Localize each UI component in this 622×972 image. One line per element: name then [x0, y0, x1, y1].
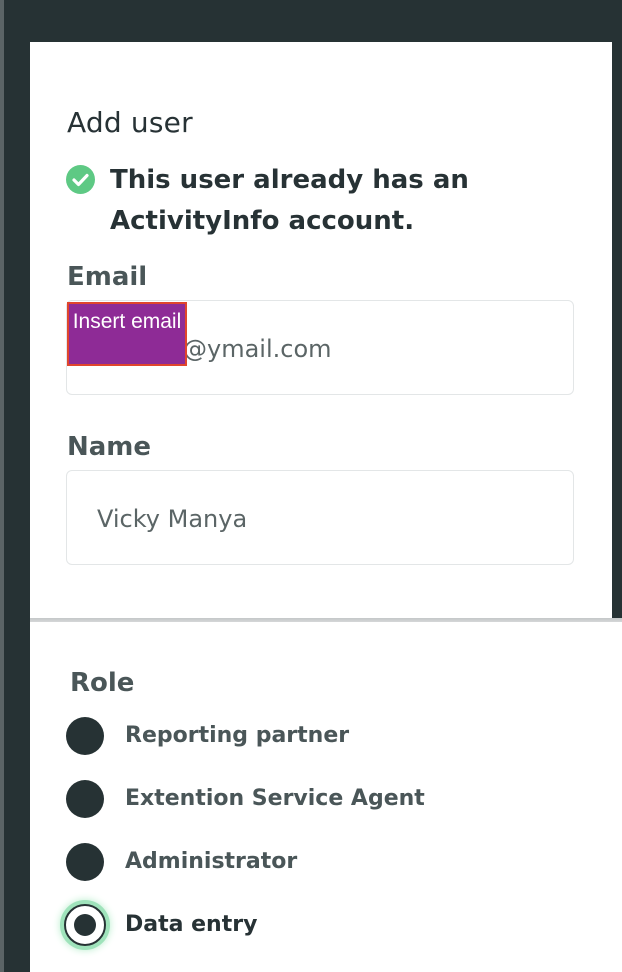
email-label: Email — [67, 262, 148, 292]
email-redaction-overlay: Insert email — [67, 302, 187, 366]
window-edge — [0, 0, 4, 972]
radio-label-data-entry[interactable]: Data entry — [125, 912, 257, 937]
name-field[interactable]: Vicky Manya — [66, 470, 574, 565]
existing-account-notice: This user already has an ActivityInfo ac… — [110, 165, 469, 236]
radio-label-administrator[interactable]: Administrator — [125, 849, 297, 874]
radio-administrator[interactable] — [66, 843, 104, 881]
dialog-title: Add user — [67, 106, 193, 139]
radio-label-extention-service-agent[interactable]: Extention Service Agent — [125, 786, 425, 811]
email-value: @ymail.com — [183, 335, 332, 363]
radio-data-entry[interactable] — [64, 904, 106, 946]
radio-selected-dot — [74, 914, 96, 936]
role-label: Role — [70, 668, 135, 698]
check-circle-icon — [66, 165, 95, 194]
name-label: Name — [67, 432, 152, 462]
name-value: Vicky Manya — [97, 505, 248, 533]
radio-reporting-partner[interactable] — [66, 717, 104, 755]
radio-label-reporting-partner[interactable]: Reporting partner — [125, 723, 349, 748]
radio-extention-service-agent[interactable] — [66, 780, 104, 818]
